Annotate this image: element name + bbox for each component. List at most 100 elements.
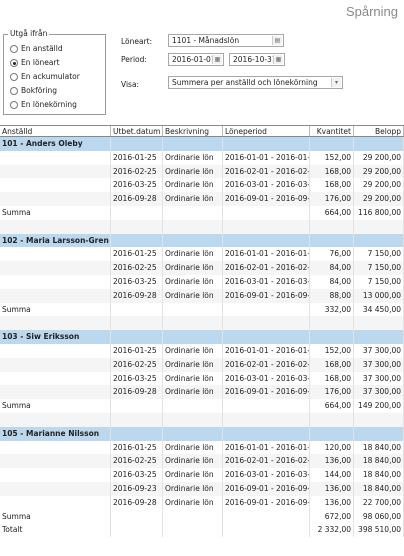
table-row[interactable]: 2016-09-28 Ordinarie lön 2016-09-01 - 2016… — [0, 495, 404, 510]
table-row[interactable]: 2016-02-25 Ordinarie lön 2016-02-01 - 2016… — [0, 164, 404, 179]
table-cell — [0, 247, 111, 262]
table-cell — [0, 343, 111, 358]
table-cell — [0, 178, 111, 193]
table-row[interactable]: 2016-02-25 Ordinarie lön 2016-02-01 - 2016… — [0, 454, 404, 469]
table-cell — [0, 274, 111, 289]
table-cell: 29 200,00 — [354, 178, 404, 193]
period-to-field[interactable]: 2016-10-31 ▦ — [229, 53, 285, 66]
employee-group-row[interactable]: 101 - Anders Oleby — [0, 137, 404, 151]
table-cell — [163, 316, 223, 331]
table-cell: 2016-09-01 - 2016-09-30 — [223, 495, 310, 510]
table-cell: Ordinarie lön — [163, 192, 223, 206]
table-cell: Ordinarie lön — [163, 261, 223, 275]
table-row[interactable]: 2016-02-25 Ordinarie lön 2016-02-01 - 2016… — [0, 261, 404, 275]
table-row[interactable]: 2016-01-25 Ordinarie lön 2016-01-01 - 2016… — [0, 247, 404, 262]
total-row[interactable]: Totalt 2 332,00 398 510,00 — [0, 523, 404, 538]
table-cell — [0, 261, 111, 275]
table-cell: 2016-01-01 - 2016-01-31 — [223, 247, 310, 262]
radio-label: Bokföring — [21, 86, 57, 95]
table-cell: 102 - Maria Larsson-Gren — [0, 233, 111, 248]
table-cell — [354, 219, 404, 234]
radio-button-icon[interactable] — [10, 100, 18, 109]
calendar-icon[interactable]: ▦ — [273, 55, 283, 64]
table-cell: Summa — [0, 302, 111, 317]
loneart-label: Löneart: — [121, 37, 153, 46]
summary-row[interactable]: Summa 332,00 34 450,00 — [0, 302, 404, 317]
table-cell — [0, 192, 111, 206]
col-header-kvantitet[interactable]: Kvantitet — [310, 126, 354, 136]
loneart-field[interactable]: 1101 - Månadslön ▤ — [168, 34, 284, 47]
table-cell — [0, 385, 111, 400]
table-row[interactable]: 2016-03-25 Ordinarie lön 2016-03-01 - 2016… — [0, 274, 404, 289]
table-row[interactable]: 2016-02-25 Ordinarie lön 2016-02-01 - 2016… — [0, 357, 404, 372]
table-row[interactable]: 2016-01-25 Ordinarie lön 2016-01-01 - 2016… — [0, 150, 404, 165]
col-header-anstalld[interactable]: Anställd — [0, 126, 111, 136]
table-row[interactable]: 2016-09-23 Ordinarie lön 2016-09-01 - 2016… — [0, 481, 404, 496]
table-cell: Ordinarie lön — [163, 440, 223, 455]
table-row[interactable]: 2016-03-25 Ordinarie lön 2016-03-01 - 2016… — [0, 468, 404, 482]
col-header-utbet-datum[interactable]: Utbet.datum — [111, 126, 163, 136]
source-group-label: Utgå ifrån — [8, 29, 50, 38]
table-cell — [111, 509, 163, 524]
period-from-field[interactable]: 2016-01-01 ▦ — [168, 53, 224, 66]
lookup-icon[interactable]: ▤ — [272, 36, 282, 45]
table-cell — [111, 412, 163, 427]
table-row[interactable]: 2016-01-25 Ordinarie lön 2016-01-01 - 2016… — [0, 440, 404, 455]
table-cell: 149 200,00 — [354, 399, 404, 413]
table-cell: 37 300,00 — [354, 385, 404, 400]
summary-row[interactable]: Summa 672,00 98 060,00 — [0, 509, 404, 524]
table-cell — [310, 137, 354, 151]
radio-button-icon[interactable] — [10, 86, 18, 95]
source-option-radio[interactable]: Bokföring — [10, 86, 57, 95]
spacer-row[interactable] — [0, 412, 404, 427]
employee-group-row[interactable]: 105 - Marianne Nilsson — [0, 426, 404, 441]
table-row[interactable]: 2016-09-28 Ordinarie lön 2016-09-01 - 2016… — [0, 192, 404, 206]
table-row[interactable]: 2016-09-28 Ordinarie lön 2016-09-01 - 2016… — [0, 385, 404, 400]
col-header-belopp[interactable]: Belopp — [354, 126, 404, 136]
table-cell: 2016-01-25 — [111, 343, 163, 358]
table-cell: 88,00 — [310, 288, 354, 303]
table-cell: 2016-02-25 — [111, 357, 163, 372]
summary-row[interactable]: Summa 664,00 116 800,00 — [0, 205, 404, 220]
table-cell — [0, 481, 111, 496]
calendar-icon[interactable]: ▦ — [212, 55, 222, 64]
table-cell: 2016-02-01 - 2016-02-29 — [223, 164, 310, 179]
col-header-beskrivning[interactable]: Beskrivning — [163, 126, 223, 136]
table-cell — [111, 399, 163, 413]
table-cell — [111, 219, 163, 234]
radio-label: En anställd — [21, 44, 63, 53]
table-cell: 664,00 — [310, 205, 354, 220]
table-cell: 2016-03-01 - 2016-03-31 — [223, 274, 310, 289]
table-cell: Ordinarie lön — [163, 371, 223, 386]
table-cell — [310, 412, 354, 427]
table-cell: 2016-02-25 — [111, 164, 163, 179]
table-cell: Ordinarie lön — [163, 178, 223, 193]
table-cell — [0, 412, 111, 427]
radio-button-icon[interactable] — [10, 58, 18, 67]
table-row[interactable]: 2016-03-25 Ordinarie lön 2016-03-01 - 2016… — [0, 178, 404, 193]
employee-group-row[interactable]: 102 - Maria Larsson-Gren — [0, 233, 404, 248]
spacer-row[interactable] — [0, 316, 404, 331]
source-option-radio[interactable]: En ackumulator — [10, 72, 80, 81]
visa-dropdown[interactable]: Summera per anställd och lönekörning ▾ — [168, 76, 343, 89]
chevron-down-icon[interactable]: ▾ — [331, 78, 341, 87]
table-row[interactable]: 2016-03-25 Ordinarie lön 2016-03-01 - 2016… — [0, 371, 404, 386]
table-cell: 2016-02-01 - 2016-02-29 — [223, 454, 310, 469]
table-row[interactable]: 2016-09-28 Ordinarie lön 2016-09-01 - 2016… — [0, 288, 404, 303]
radio-button-icon[interactable] — [10, 44, 18, 53]
table-cell: 2016-01-25 — [111, 247, 163, 262]
col-header-loneperiod[interactable]: Löneperiod — [223, 126, 310, 136]
source-option-radio[interactable]: En lönekörning — [10, 100, 77, 109]
table-cell: 29 200,00 — [354, 150, 404, 165]
summary-row[interactable]: Summa 664,00 149 200,00 — [0, 399, 404, 413]
table-cell: 2016-01-01 - 2016-01-31 — [223, 440, 310, 455]
employee-group-row[interactable]: 103 - Siw Eriksson — [0, 330, 404, 344]
spacer-row[interactable] — [0, 219, 404, 234]
source-option-radio[interactable]: En löneart — [10, 58, 60, 67]
radio-button-icon[interactable] — [10, 72, 18, 81]
table-row[interactable]: 2016-01-25 Ordinarie lön 2016-01-01 - 2016… — [0, 343, 404, 358]
table-cell: 37 300,00 — [354, 343, 404, 358]
source-option-radio[interactable]: En anställd — [10, 44, 63, 53]
table-cell — [163, 399, 223, 413]
table-cell — [0, 357, 111, 372]
